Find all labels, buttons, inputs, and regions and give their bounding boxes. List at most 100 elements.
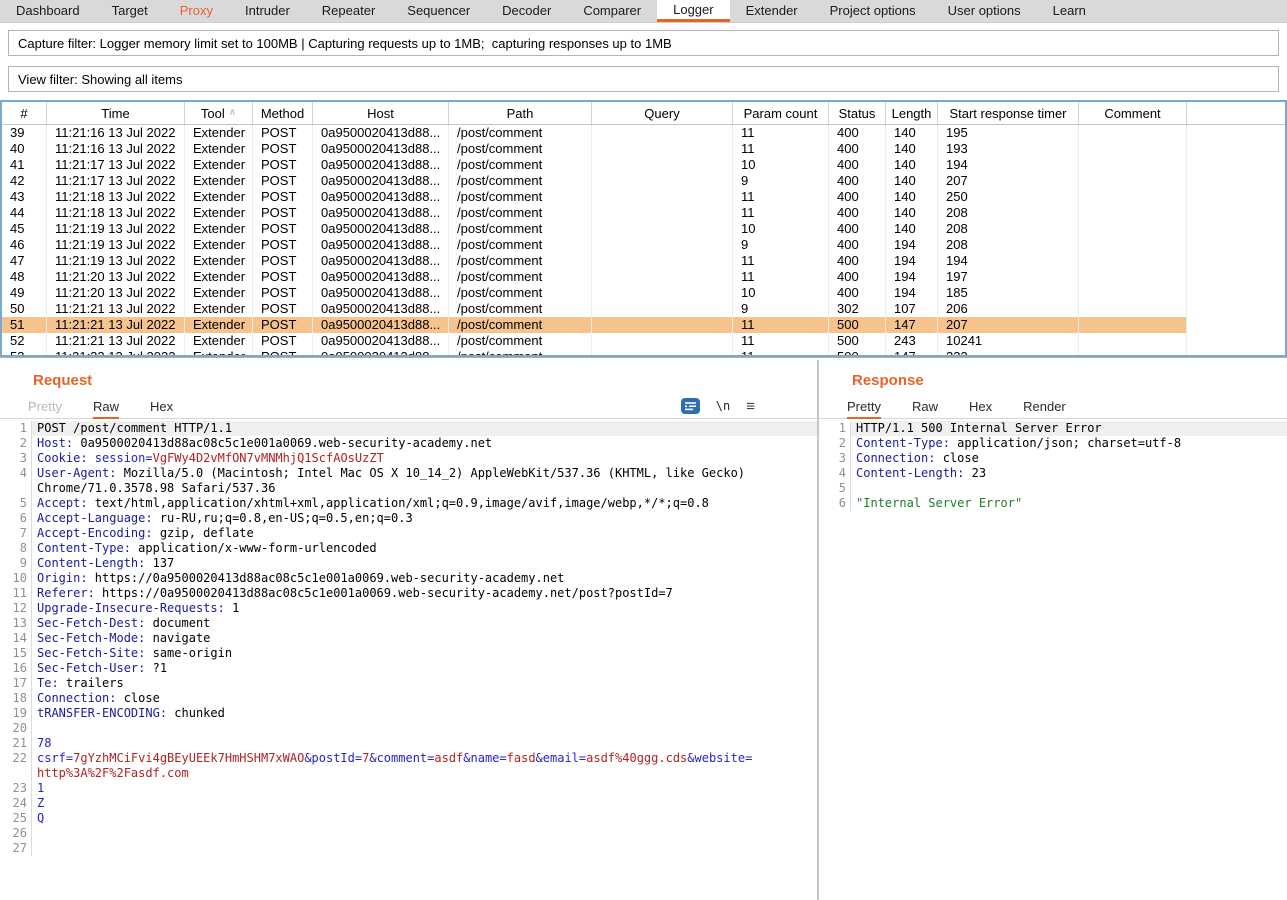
- capture-filter-bar[interactable]: Capture filter: Logger memory limit set …: [8, 30, 1279, 56]
- code-line[interactable]: 231: [0, 781, 817, 796]
- cell-start_response_timer[interactable]: 207: [938, 317, 1079, 333]
- cell-length[interactable]: 140: [886, 189, 938, 205]
- cell-param_count[interactable]: 11: [733, 189, 829, 205]
- tab-user-options[interactable]: User options: [932, 0, 1037, 22]
- cell-query[interactable]: [592, 205, 733, 221]
- cell-id[interactable]: 40: [2, 141, 47, 157]
- cell-query[interactable]: [592, 173, 733, 189]
- tab-comparer[interactable]: Comparer: [567, 0, 657, 22]
- cell-id[interactable]: 48: [2, 269, 47, 285]
- tab-proxy[interactable]: Proxy: [164, 0, 229, 22]
- cell-param_count[interactable]: 11: [733, 333, 829, 349]
- cell-length[interactable]: 194: [886, 269, 938, 285]
- table-row-42[interactable]: 4211:21:17 13 Jul 2022ExtenderPOST0a9500…: [2, 173, 1285, 189]
- code-line[interactable]: 18Connection: close: [0, 691, 817, 706]
- cell-time[interactable]: 11:21:18 13 Jul 2022: [47, 189, 185, 205]
- tab-pretty[interactable]: Pretty: [28, 397, 62, 418]
- cell-tool[interactable]: Extender: [185, 333, 253, 349]
- cell-comment[interactable]: [1079, 173, 1187, 189]
- cell-host[interactable]: 0a9500020413d88...: [313, 333, 449, 349]
- cell-start_response_timer[interactable]: 194: [938, 157, 1079, 173]
- cell-start_response_timer[interactable]: 208: [938, 221, 1079, 237]
- cell-comment[interactable]: [1079, 237, 1187, 253]
- code-line[interactable]: 26: [0, 826, 817, 841]
- cell-query[interactable]: [592, 269, 733, 285]
- cell-id[interactable]: 49: [2, 285, 47, 301]
- cell-query[interactable]: [592, 301, 733, 317]
- cell-id[interactable]: 41: [2, 157, 47, 173]
- tab-extender[interactable]: Extender: [730, 0, 814, 22]
- cell-param_count[interactable]: 11: [733, 125, 829, 141]
- column-header-status[interactable]: Status: [829, 102, 886, 124]
- cell-length[interactable]: 140: [886, 173, 938, 189]
- cell-tool[interactable]: Extender: [185, 269, 253, 285]
- cell-query[interactable]: [592, 253, 733, 269]
- code-line[interactable]: 11Referer: https://0a9500020413d88ac08c5…: [0, 586, 817, 601]
- cell-method[interactable]: POST: [253, 205, 313, 221]
- code-line[interactable]: 3Connection: close: [819, 451, 1287, 466]
- cell-host[interactable]: 0a9500020413d88...: [313, 221, 449, 237]
- cell-status[interactable]: 400: [829, 269, 886, 285]
- cell-start_response_timer[interactable]: 194: [938, 253, 1079, 269]
- cell-time[interactable]: 11:21:16 13 Jul 2022: [47, 141, 185, 157]
- table-row-45[interactable]: 4511:21:19 13 Jul 2022ExtenderPOST0a9500…: [2, 221, 1285, 237]
- cell-path[interactable]: /post/comment: [449, 173, 592, 189]
- code-line[interactable]: 8Content-Type: application/x-www-form-ur…: [0, 541, 817, 556]
- cell-length[interactable]: 147: [886, 317, 938, 333]
- column-header-time[interactable]: Time: [47, 102, 185, 124]
- cell-status[interactable]: 400: [829, 125, 886, 141]
- cell-length[interactable]: 194: [886, 237, 938, 253]
- cell-query[interactable]: [592, 349, 733, 355]
- column-header-path[interactable]: Path: [449, 102, 592, 124]
- cell-start_response_timer[interactable]: 185: [938, 285, 1079, 301]
- cell-tool[interactable]: Extender: [185, 285, 253, 301]
- cell-time[interactable]: 11:21:16 13 Jul 2022: [47, 125, 185, 141]
- tab-decoder[interactable]: Decoder: [486, 0, 567, 22]
- cell-status[interactable]: 500: [829, 333, 886, 349]
- cell-param_count[interactable]: 11: [733, 317, 829, 333]
- column-header-id[interactable]: #: [2, 102, 47, 124]
- cell-status[interactable]: 400: [829, 141, 886, 157]
- cell-time[interactable]: 11:21:20 13 Jul 2022: [47, 269, 185, 285]
- code-line[interactable]: 1HTTP/1.1 500 Internal Server Error: [819, 421, 1287, 436]
- cell-param_count[interactable]: 10: [733, 221, 829, 237]
- cell-time[interactable]: 11:21:19 13 Jul 2022: [47, 253, 185, 269]
- horizontal-splitter[interactable]: [0, 357, 1287, 358]
- cell-host[interactable]: 0a9500020413d88...: [313, 285, 449, 301]
- code-line[interactable]: 13Sec-Fetch-Dest: document: [0, 616, 817, 631]
- cell-comment[interactable]: [1079, 253, 1187, 269]
- code-line[interactable]: 4User-Agent: Mozilla/5.0 (Macintosh; Int…: [0, 466, 817, 481]
- code-line[interactable]: 6Accept-Language: ru-RU,ru;q=0.8,en-US;q…: [0, 511, 817, 526]
- tab-dashboard[interactable]: Dashboard: [0, 0, 96, 22]
- column-header-length[interactable]: Length: [886, 102, 938, 124]
- cell-start_response_timer[interactable]: 193: [938, 141, 1079, 157]
- code-line[interactable]: 2Content-Type: application/json; charset…: [819, 436, 1287, 451]
- cell-length[interactable]: 140: [886, 125, 938, 141]
- tab-intruder[interactable]: Intruder: [229, 0, 306, 22]
- table-row-51[interactable]: 5111:21:21 13 Jul 2022ExtenderPOST0a9500…: [2, 317, 1285, 333]
- cell-tool[interactable]: Extender: [185, 349, 253, 355]
- cell-method[interactable]: POST: [253, 269, 313, 285]
- tab-project-options[interactable]: Project options: [814, 0, 932, 22]
- cell-length[interactable]: 140: [886, 221, 938, 237]
- cell-status[interactable]: 400: [829, 253, 886, 269]
- tab-repeater[interactable]: Repeater: [306, 0, 391, 22]
- cell-time[interactable]: 11:21:19 13 Jul 2022: [47, 237, 185, 253]
- tab-pretty[interactable]: Pretty: [847, 397, 881, 419]
- cell-comment[interactable]: [1079, 141, 1187, 157]
- cell-path[interactable]: /post/comment: [449, 205, 592, 221]
- cell-id[interactable]: 51: [2, 317, 47, 333]
- code-line[interactable]: 1POST /post/comment HTTP/1.1: [0, 421, 817, 436]
- cell-length[interactable]: 194: [886, 285, 938, 301]
- cell-host[interactable]: 0a9500020413d88...: [313, 237, 449, 253]
- cell-method[interactable]: POST: [253, 285, 313, 301]
- cell-comment[interactable]: [1079, 349, 1187, 355]
- code-line[interactable]: 19tRANSFER-ENCODING: chunked: [0, 706, 817, 721]
- cell-path[interactable]: /post/comment: [449, 269, 592, 285]
- table-row-50[interactable]: 5011:21:21 13 Jul 2022ExtenderPOST0a9500…: [2, 301, 1285, 317]
- cell-path[interactable]: /post/comment: [449, 237, 592, 253]
- code-line[interactable]: 5: [819, 481, 1287, 496]
- editor-menu-icon[interactable]: ≡: [746, 399, 755, 414]
- cell-path[interactable]: /post/comment: [449, 157, 592, 173]
- cell-tool[interactable]: Extender: [185, 237, 253, 253]
